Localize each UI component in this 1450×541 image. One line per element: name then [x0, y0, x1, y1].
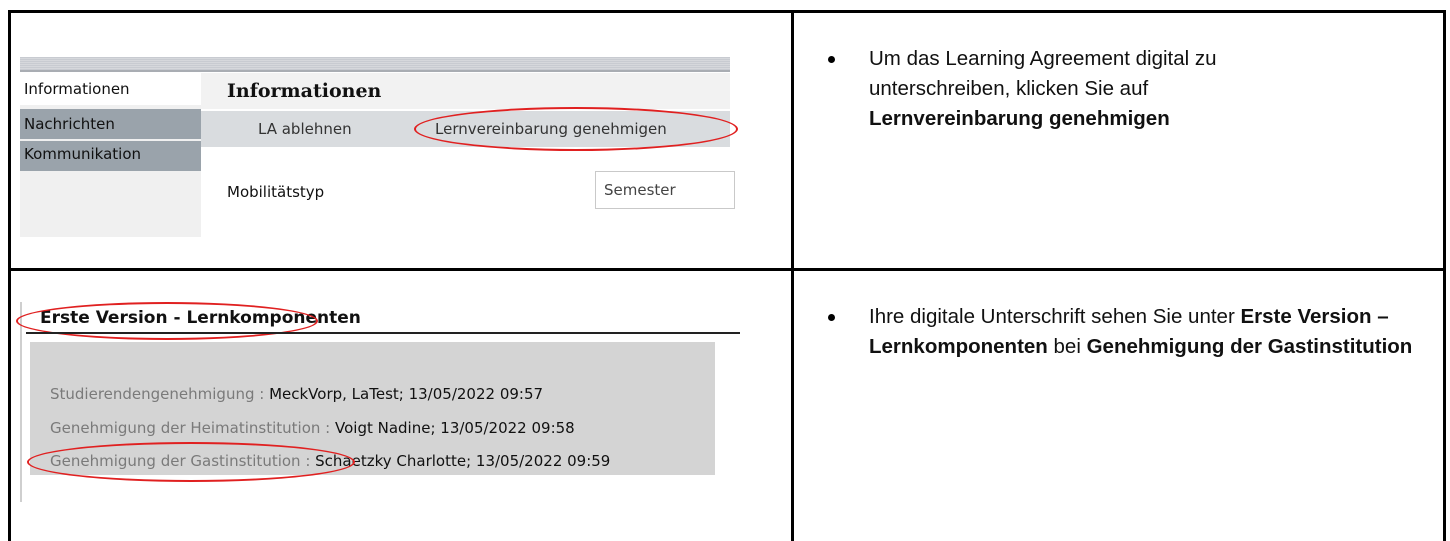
- approval-row: Studierendengenehmigung : MeckVorp, LaTe…: [50, 385, 543, 403]
- instruction-text: Ihre digitale Unterschrift sehen Sie unt…: [869, 305, 1235, 328]
- approve-toolbar-screenshot: Informationen Nachrichten Kommunikation …: [20, 57, 738, 237]
- instruction-signature: Ihre digitale Unterschrift sehen Sie unt…: [828, 302, 1418, 502]
- table-border-top: [8, 10, 1446, 13]
- approvals-screenshot: Erste Version - Lernkomponenten Studiere…: [16, 302, 740, 502]
- instruction-table: Informationen Nachrichten Kommunikation …: [0, 0, 1450, 541]
- instruction-bold-target: Lernvereinbarung genehmigen: [869, 107, 1170, 130]
- highlight-host-approval-ellipse: [27, 442, 355, 482]
- table-border-right: [1443, 10, 1446, 541]
- window-header-bar: [20, 57, 730, 70]
- left-rule: [20, 302, 22, 502]
- approval-label: Studierendengenehmigung :: [50, 385, 270, 403]
- page-title: Informationen: [201, 73, 730, 109]
- header-separator: [20, 70, 730, 72]
- mobility-type-label: Mobilitätstyp: [227, 183, 325, 201]
- reject-la-button[interactable]: LA ablehnen: [258, 111, 352, 147]
- table-border-left: [8, 10, 11, 541]
- instruction-text: Um das Learning Agreement digital zu unt…: [869, 47, 1217, 100]
- title-underline: [26, 332, 740, 334]
- bullet-icon: [828, 314, 835, 321]
- bullet-icon: [828, 56, 835, 63]
- table-column-divider: [791, 10, 794, 541]
- highlight-title-ellipse: [16, 302, 318, 340]
- approval-value: Schaetzky Charlotte; 13/05/2022 09:59: [315, 452, 611, 470]
- tab-nachrichten[interactable]: Nachrichten: [20, 109, 201, 139]
- instruction-bold-field: Genehmigung der Gastinstitution: [1086, 335, 1413, 358]
- tab-kommunikation[interactable]: Kommunikation: [20, 141, 201, 171]
- instruction-approve-text: Um das Learning Agreement digital zu unt…: [869, 44, 1309, 134]
- instruction-text: bei: [1053, 335, 1081, 358]
- mobility-type-select[interactable]: Semester: [595, 171, 735, 209]
- tab-informationen[interactable]: Informationen: [20, 73, 201, 105]
- approval-value: MeckVorp, LaTest; 13/05/2022 09:57: [269, 385, 544, 403]
- approval-label: Genehmigung der Heimatinstitution :: [50, 419, 335, 437]
- content-area: Informationen LA ablehnen Lernvereinbaru…: [201, 73, 738, 237]
- action-toolbar: LA ablehnen Lernvereinbarung genehmigen: [201, 107, 738, 151]
- table-row-divider: [8, 268, 1446, 271]
- approval-value: Voigt Nadine; 13/05/2022 09:58: [335, 419, 575, 437]
- side-tab-list: Informationen Nachrichten Kommunikation: [20, 73, 201, 237]
- instruction-approve: Um das Learning Agreement digital zu unt…: [828, 44, 1418, 244]
- instruction-signature-text: Ihre digitale Unterschrift sehen Sie unt…: [869, 302, 1414, 362]
- approval-row: Genehmigung der Heimatinstitution : Voig…: [50, 419, 575, 437]
- highlight-approve-ellipse: [414, 107, 738, 151]
